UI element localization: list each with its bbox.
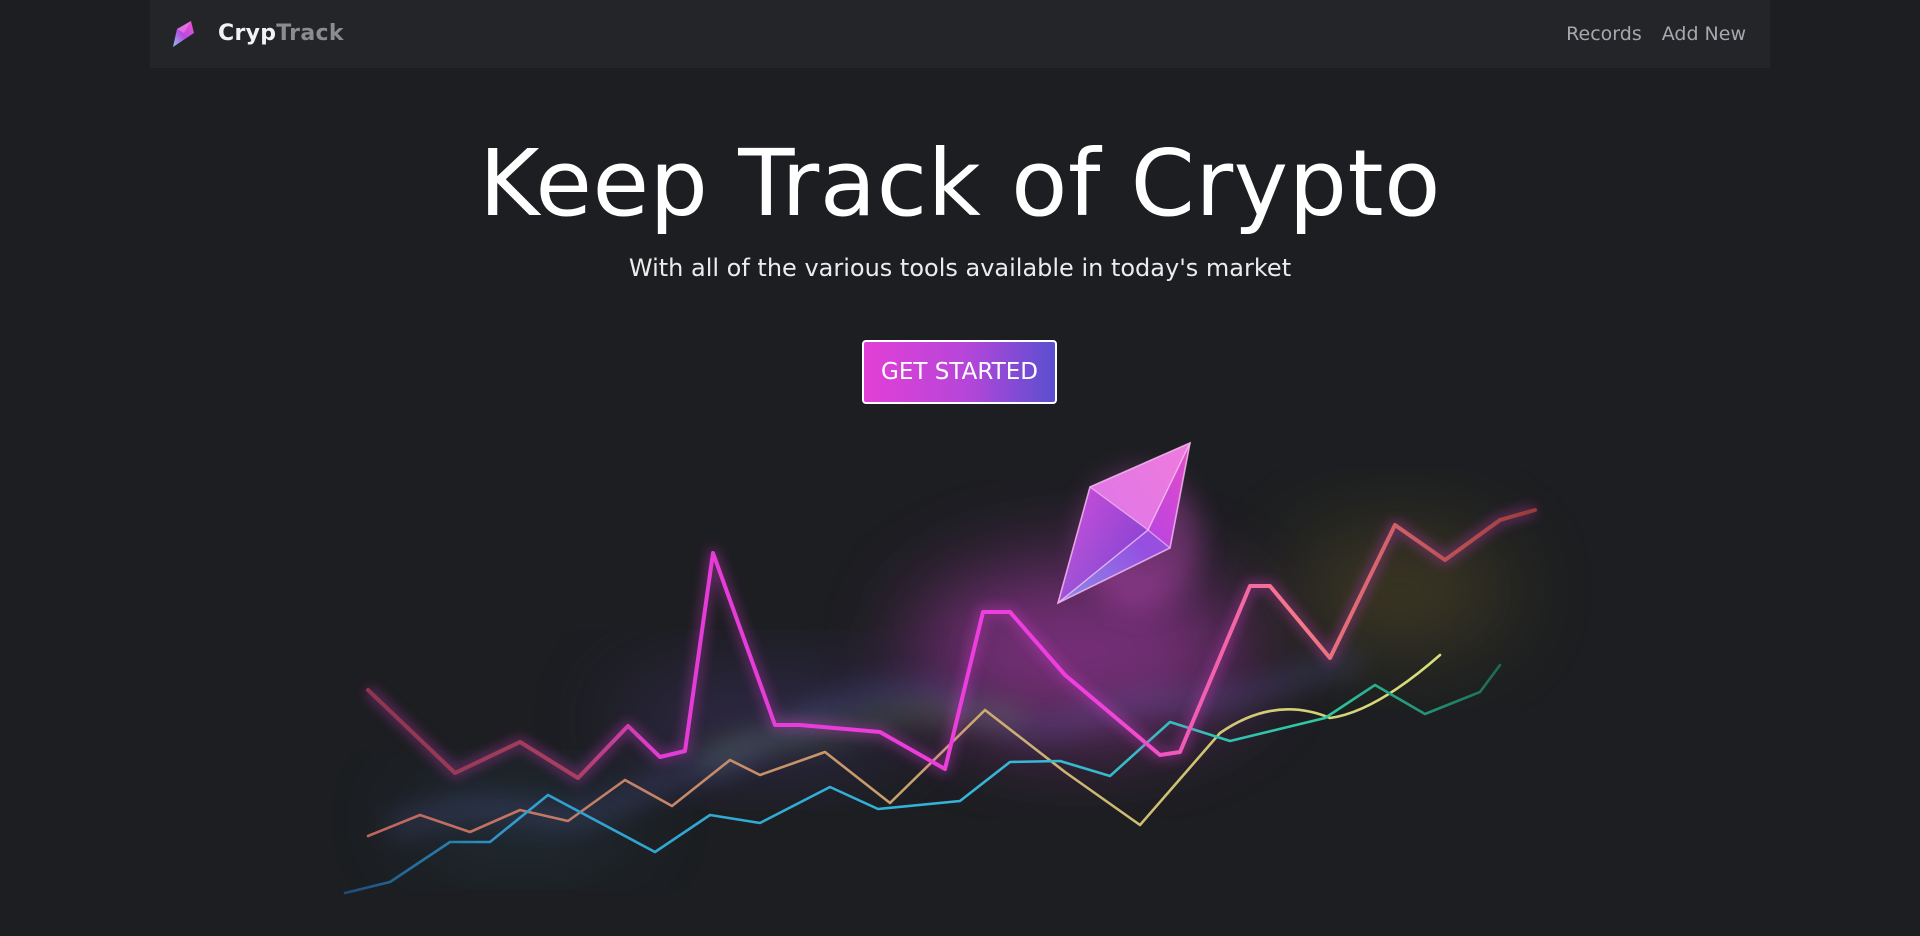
navbar: CrypTrack Records Add New [150,0,1770,68]
crystal-gem-icon [1056,441,1200,610]
crypto-crystal-icon [173,21,194,47]
get-started-button[interactable]: GET STARTED [862,340,1057,404]
crypto-chart-illustration [343,441,1537,895]
nav-links: Records Add New [1546,0,1746,68]
price-line-cyan [343,663,1502,895]
brand-name: CrypTrack [218,23,344,45]
hero-subtitle: With all of the various tools available … [628,254,1292,282]
brand-link[interactable]: CrypTrack [170,14,344,54]
brand-name-part2: Track [276,21,344,46]
brand-name-part1: Cryp [218,21,277,46]
nav-link-records[interactable]: Records [1566,23,1642,45]
nav-link-add-new[interactable]: Add New [1662,23,1746,45]
hero-title: Keep Track of Crypto [479,130,1441,237]
